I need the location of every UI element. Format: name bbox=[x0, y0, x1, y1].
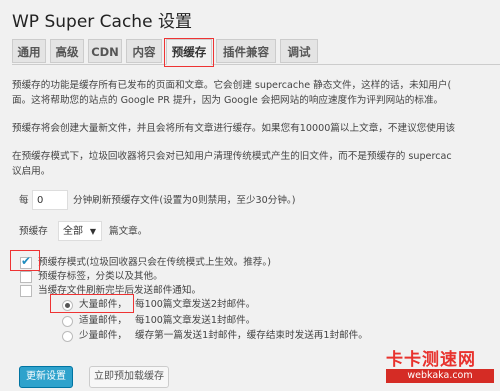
preload-mode-label: 预缓存模式(垃圾回收器只会在传统模式上生效。推荐。) bbox=[38, 257, 271, 268]
checkbox-highlight bbox=[10, 250, 40, 271]
tabs-baseline bbox=[12, 64, 500, 65]
active-tab-highlight bbox=[164, 38, 214, 67]
precache-suffix: 篇文章。 bbox=[109, 226, 148, 237]
chevron-down-icon: ▼ bbox=[89, 227, 96, 236]
email-level-desc-few: 缓存第一篇发送1封邮件，缓存结束时发送再1封邮件。 bbox=[135, 330, 368, 341]
warning-text: 预缓存将会创建大量新文件，并且会将所有文章进行缓存。如果您有10000篇以上文章… bbox=[12, 123, 456, 134]
refresh-prefix: 每 bbox=[19, 195, 29, 206]
email-notify-checkbox[interactable] bbox=[20, 285, 32, 297]
precache-count-select[interactable]: 全部 ▼ bbox=[58, 221, 102, 241]
intro-line-1: 预缓存的功能是缓存所有已发布的页面和文章。它会创建 supercache 静态文… bbox=[12, 80, 452, 91]
tab-advanced[interactable]: 高级 bbox=[50, 39, 84, 63]
watermark-sub: webkaka.com bbox=[386, 369, 494, 383]
preload-tags-label: 预缓存标签，分类以及其他。 bbox=[38, 271, 163, 282]
legacy-line-2: 议启用。 bbox=[12, 166, 51, 177]
radio-highlight bbox=[50, 294, 134, 313]
tab-general[interactable]: 通用 bbox=[12, 39, 46, 63]
email-level-desc-medium: 每100篇文章发送1封邮件。 bbox=[135, 315, 256, 326]
tab-cdn[interactable]: CDN bbox=[88, 39, 122, 63]
email-level-label-few: 少量邮件， bbox=[79, 330, 127, 341]
email-level-label-medium: 适量邮件， bbox=[79, 315, 127, 326]
refresh-interval-input[interactable]: 0 bbox=[32, 190, 68, 210]
preload-tags-checkbox[interactable] bbox=[20, 271, 32, 283]
email-level-desc-many: 每100篇文章发送2封邮件。 bbox=[135, 299, 256, 310]
legacy-line-1: 在预缓存模式下，垃圾回收器将只会对已知用户清理传统模式产生的旧文件，而不是预缓存… bbox=[12, 151, 452, 162]
tab-plugins[interactable]: 插件兼容 bbox=[216, 39, 276, 63]
email-level-radio-few[interactable] bbox=[62, 331, 73, 342]
tab-debug[interactable]: 调试 bbox=[280, 39, 318, 63]
email-level-radio-medium[interactable] bbox=[62, 316, 73, 327]
precache-label: 预缓存 bbox=[19, 226, 48, 237]
refresh-suffix: 分钟刷新预缓存文件(设置为0则禁用，至少30分钟。) bbox=[73, 195, 296, 206]
update-settings-button[interactable]: 更新设置 bbox=[19, 366, 73, 388]
page-title: WP Super Cache 设置 bbox=[12, 12, 192, 32]
preload-now-button[interactable]: 立即预加载缓存 bbox=[89, 366, 169, 388]
precache-count-value: 全部 bbox=[63, 226, 83, 237]
intro-line-2: 面。这将帮助您的站点的 Google PR 提升，因为 Google 会把网站的… bbox=[12, 95, 444, 106]
tab-contents[interactable]: 内容 bbox=[126, 39, 162, 63]
watermark-logo: 卡卡测速网 webkaka.com bbox=[380, 345, 498, 389]
settings-tabs: 通用 高级 CDN 内容 预缓存 插件兼容 调试 bbox=[12, 39, 500, 65]
watermark-main: 卡卡测速网 bbox=[386, 350, 476, 370]
